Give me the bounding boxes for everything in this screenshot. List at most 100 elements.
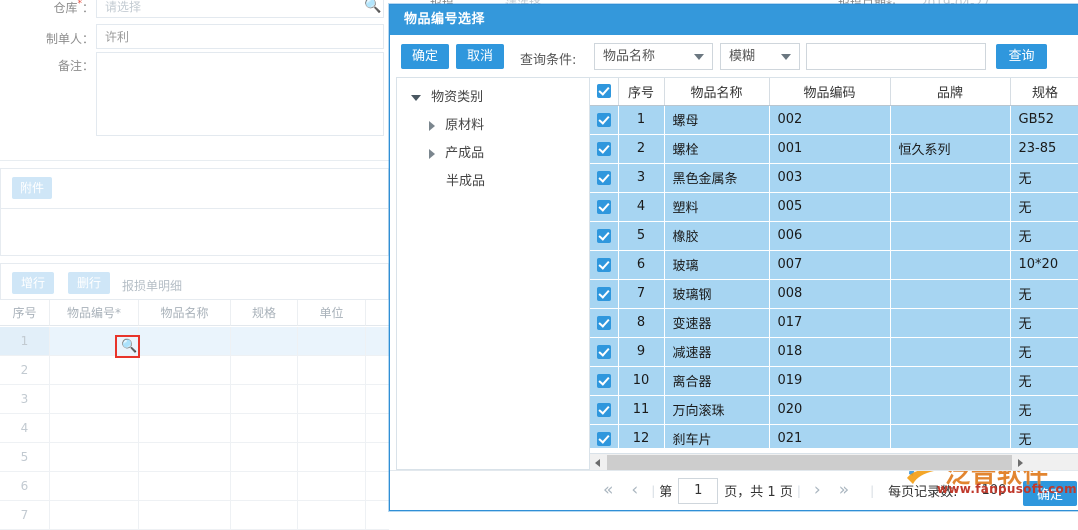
table-row[interactable]: 4 塑料 005 无 <box>590 192 1078 222</box>
page-number-input[interactable] <box>678 477 719 504</box>
row-checkbox-cell[interactable] <box>590 337 619 367</box>
detail-cell-unit[interactable] <box>298 501 366 530</box>
detail-cell-code[interactable] <box>50 414 139 443</box>
warehouse-input[interactable]: 请选择 <box>96 0 384 18</box>
detail-cell-spec[interactable] <box>231 385 298 414</box>
detail-cell-spec[interactable] <box>231 501 298 530</box>
chevron-down-icon[interactable] <box>411 94 421 101</box>
detail-cell-spec[interactable] <box>231 472 298 501</box>
attachment-button[interactable]: 附件 <box>12 177 52 199</box>
detail-cell-extra[interactable] <box>366 443 389 472</box>
detail-cell-name[interactable] <box>139 443 231 472</box>
detail-cell-unit[interactable] <box>298 443 366 472</box>
detail-cell-unit[interactable] <box>298 327 366 356</box>
row-checkbox[interactable] <box>596 228 611 243</box>
table-row[interactable]: 10 离合器 019 无 <box>590 366 1078 396</box>
detail-cell-code[interactable] <box>50 356 139 385</box>
detail-cell-name[interactable] <box>139 501 231 530</box>
table-row[interactable]: 1 螺母 002 GB52 <box>590 105 1078 135</box>
prev-page-icon[interactable]: ‹ <box>631 482 638 499</box>
row-checkbox[interactable] <box>596 286 611 301</box>
tree-node-semi-finished[interactable]: 半成品 <box>397 168 589 196</box>
detail-cell-spec[interactable] <box>231 443 298 472</box>
detail-cell-extra[interactable] <box>366 385 389 414</box>
preparer-input[interactable]: 许利 <box>96 24 384 49</box>
last-page-icon[interactable]: » <box>839 482 849 499</box>
detail-cell-name[interactable] <box>139 385 231 414</box>
detail-cell-code[interactable] <box>50 385 139 414</box>
row-checkbox-cell[interactable] <box>590 424 619 448</box>
search-button[interactable]: 查询 <box>996 44 1047 69</box>
detail-cell-name[interactable] <box>139 414 231 443</box>
scrollbar-thumb[interactable] <box>607 454 1012 470</box>
detail-cell-spec[interactable] <box>231 414 298 443</box>
detail-cell-code[interactable] <box>50 501 139 530</box>
table-row[interactable]: 8 变速器 017 无 <box>590 308 1078 338</box>
keyword-input[interactable] <box>806 43 986 70</box>
row-checkbox-cell[interactable] <box>590 366 619 396</box>
row-checkbox-cell[interactable] <box>590 279 619 309</box>
chevron-right-icon[interactable] <box>429 120 435 131</box>
scroll-left-arrow-icon[interactable] <box>590 453 607 470</box>
row-checkbox[interactable] <box>596 141 611 156</box>
footer-ok-button[interactable]: 确定 <box>1023 481 1077 506</box>
detail-cell-extra[interactable] <box>366 356 389 385</box>
detail-cell-unit[interactable] <box>298 385 366 414</box>
match-mode-select[interactable]: 模糊 <box>720 43 800 70</box>
tree-node-root[interactable]: 物资类别 <box>397 84 589 112</box>
detail-cell-unit[interactable] <box>298 414 366 443</box>
row-checkbox-cell[interactable] <box>590 134 619 164</box>
row-checkbox[interactable] <box>596 257 611 272</box>
row-checkbox[interactable] <box>596 112 611 127</box>
detail-cell-extra[interactable] <box>366 414 389 443</box>
row-checkbox-cell[interactable] <box>590 192 619 222</box>
table-row[interactable]: 6 玻璃 007 10*20 <box>590 250 1078 280</box>
table-row[interactable]: 3 黑色金属条 003 无 <box>590 163 1078 193</box>
row-checkbox-cell[interactable] <box>590 163 619 193</box>
detail-cell-code[interactable] <box>50 443 139 472</box>
detail-cell-unit[interactable] <box>298 472 366 501</box>
table-row[interactable]: 7 玻璃钢 008 无 <box>590 279 1078 309</box>
horizontal-scrollbar[interactable] <box>590 453 1078 470</box>
first-page-icon[interactable]: « <box>603 482 613 499</box>
warehouse-search-icon[interactable]: 🔍 <box>364 0 381 14</box>
detail-cell-extra[interactable] <box>366 472 389 501</box>
table-row[interactable]: 2 螺栓 001 恒久系列 23-85 <box>590 134 1078 164</box>
row-checkbox-cell[interactable] <box>590 105 619 135</box>
dialog-cancel-button[interactable]: 取消 <box>456 44 504 69</box>
remark-textarea[interactable] <box>96 52 384 136</box>
select-all-cell[interactable] <box>590 78 619 106</box>
query-field-select[interactable]: 物品名称 <box>594 43 713 70</box>
table-row[interactable]: 12 刹车片 021 无 <box>590 424 1078 448</box>
tree-node-raw-material[interactable]: 原材料 <box>397 112 589 140</box>
detail-cell-extra[interactable] <box>366 327 389 356</box>
row-checkbox-cell[interactable] <box>590 308 619 338</box>
detail-cell-spec[interactable] <box>231 327 298 356</box>
detail-cell-name[interactable] <box>139 327 231 356</box>
detail-cell-unit[interactable] <box>298 356 366 385</box>
table-row[interactable]: 11 万向滚珠 020 无 <box>590 395 1078 425</box>
detail-cell-name[interactable] <box>139 472 231 501</box>
next-page-icon[interactable]: › <box>814 482 821 499</box>
row-checkbox[interactable] <box>596 373 611 388</box>
row-checkbox[interactable] <box>596 402 611 417</box>
select-all-checkbox[interactable] <box>596 84 611 99</box>
attachment-dropzone[interactable] <box>0 208 389 256</box>
table-row[interactable]: 5 橡胶 006 无 <box>590 221 1078 251</box>
detail-cell-spec[interactable] <box>231 356 298 385</box>
scroll-right-arrow-icon[interactable] <box>1012 453 1029 470</box>
row-checkbox[interactable] <box>596 344 611 359</box>
detail-cell-extra[interactable] <box>366 501 389 530</box>
tree-node-finished-product[interactable]: 产成品 <box>397 140 589 168</box>
row-checkbox-cell[interactable] <box>590 395 619 425</box>
chevron-right-icon[interactable] <box>429 148 435 159</box>
table-row[interactable]: 9 减速器 018 无 <box>590 337 1078 367</box>
dialog-confirm-button[interactable]: 确定 <box>401 44 449 69</box>
detail-cell-search-icon[interactable]: 🔍 <box>121 339 137 354</box>
row-checkbox[interactable] <box>596 170 611 185</box>
row-checkbox[interactable] <box>596 199 611 214</box>
row-checkbox[interactable] <box>596 431 611 446</box>
detail-cell-name[interactable] <box>139 356 231 385</box>
add-row-button[interactable]: 增行 <box>12 272 54 294</box>
detail-cell-code[interactable] <box>50 472 139 501</box>
